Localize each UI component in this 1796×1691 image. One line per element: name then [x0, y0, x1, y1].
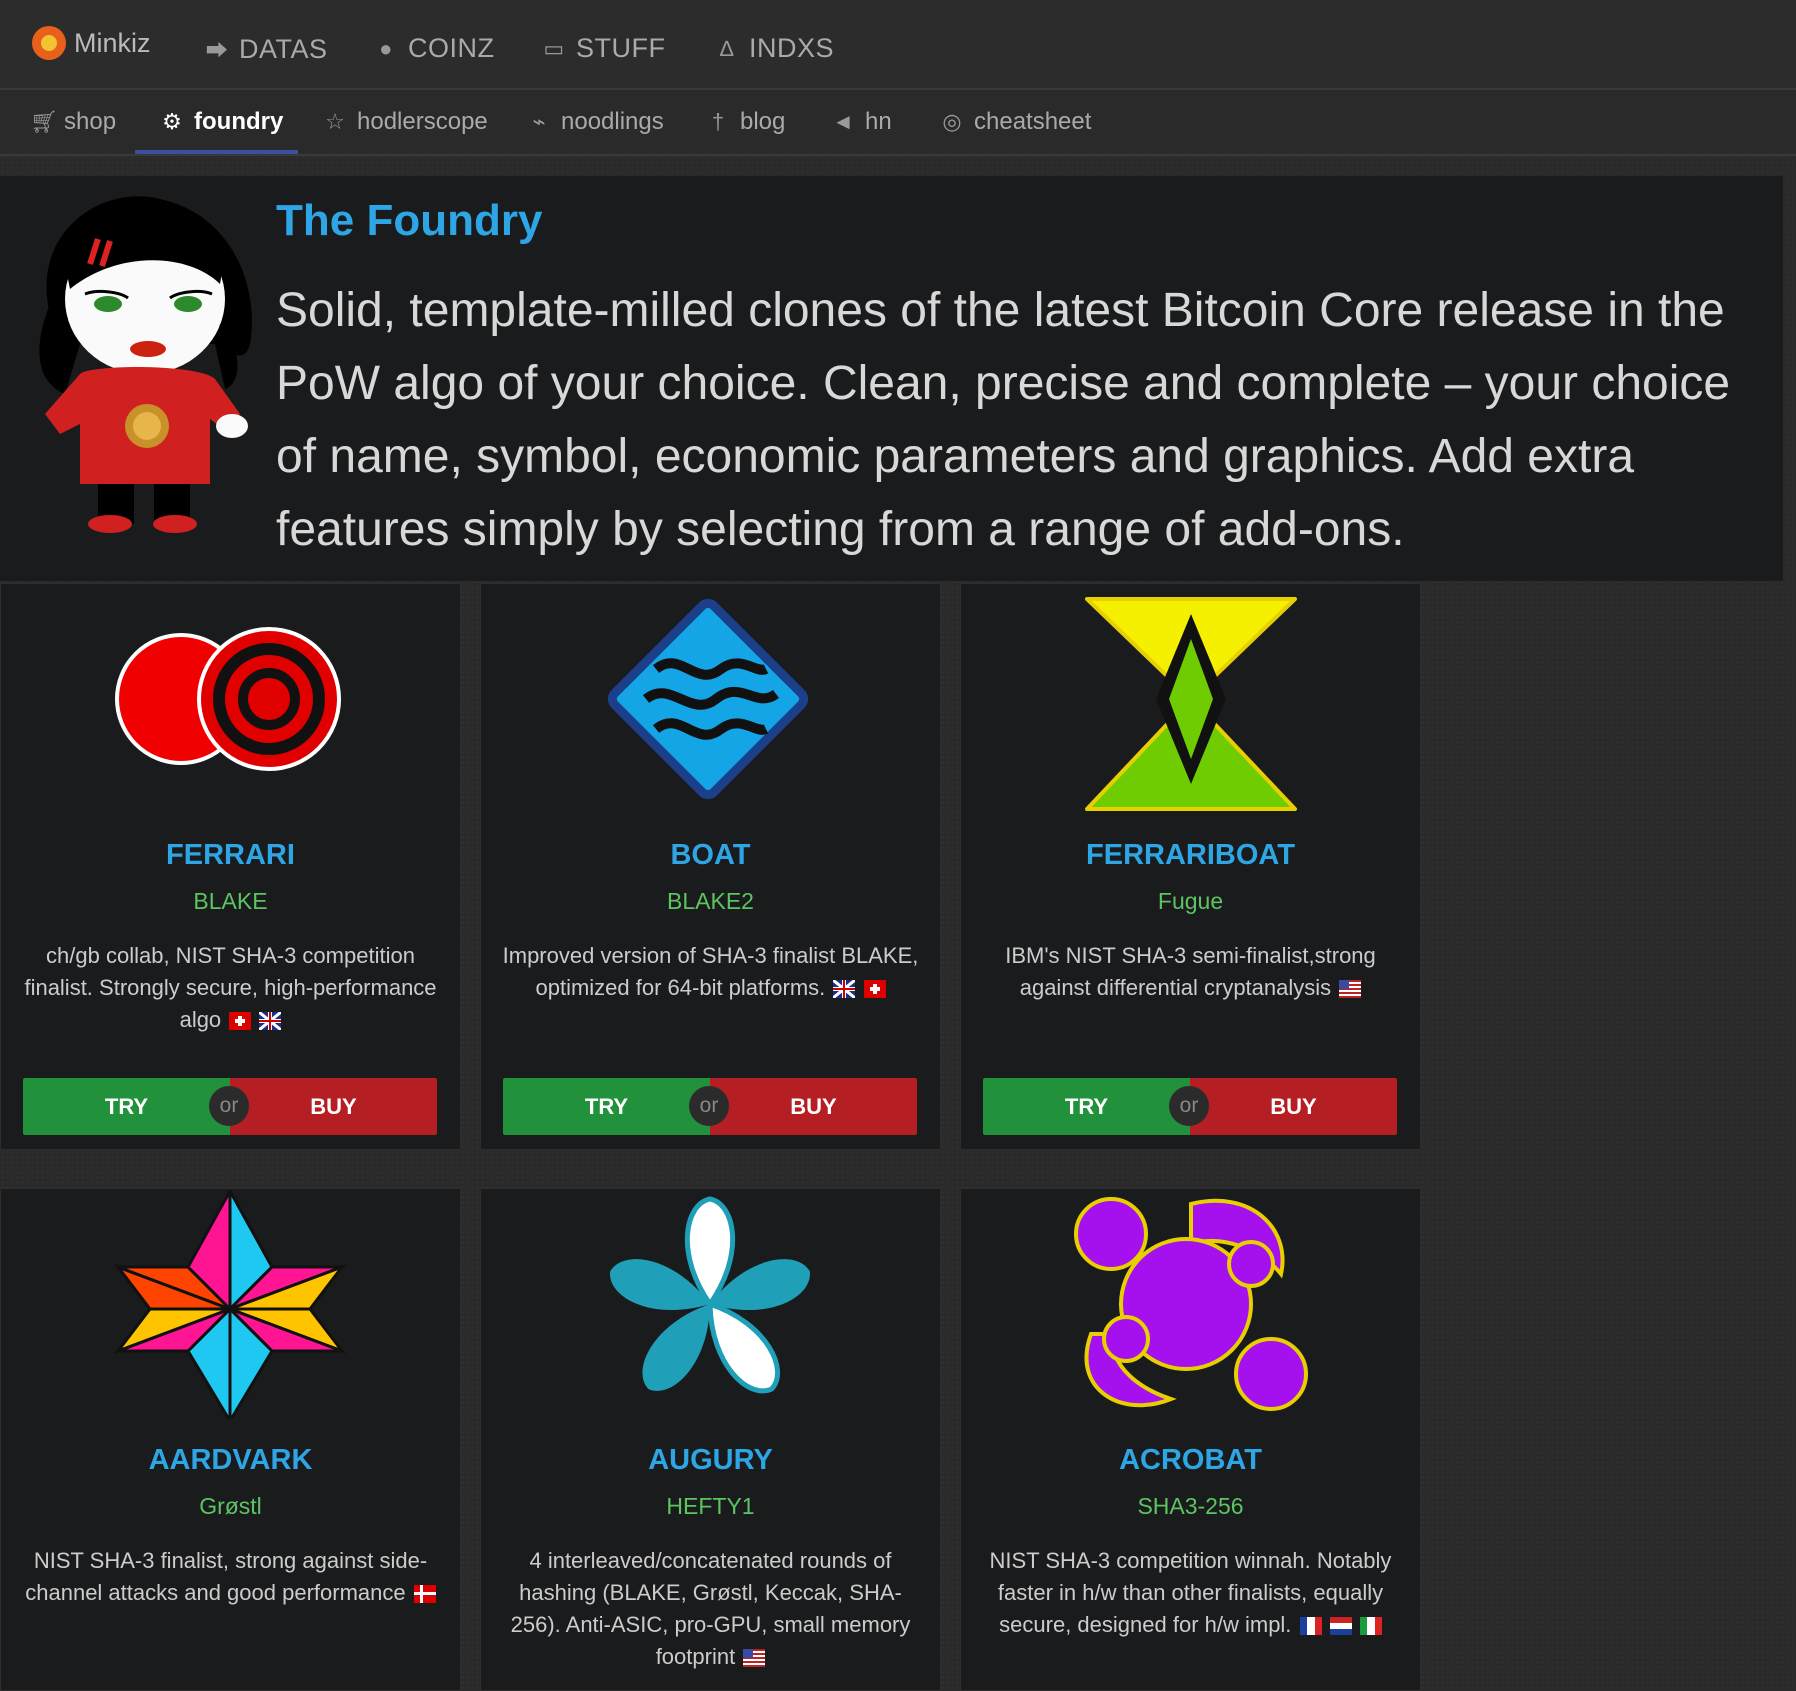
coin-card: AARDVARK Grøstl NIST SHA-3 finalist, str…	[0, 1188, 461, 1691]
buy-button[interactable]: BUY	[1190, 1078, 1397, 1135]
subnav-noodlings-label: noodlings	[561, 108, 664, 135]
flag-dk-icon	[413, 1585, 436, 1603]
buy-button[interactable]: BUY	[710, 1078, 917, 1135]
coin-card: FERRARIBOAT Fugue IBM's NIST SHA-3 semi-…	[960, 583, 1421, 1150]
subnav-hn[interactable]: ◄ hn	[831, 108, 892, 136]
minkiz-logo-icon	[32, 26, 66, 60]
acrobat-logo-icon	[1074, 1197, 1308, 1411]
nav-coinz[interactable]: ● COINZ	[374, 33, 495, 64]
try-or-buy: TRY BUY or	[23, 1078, 437, 1135]
card-algo: SHA3-256	[1137, 1493, 1244, 1519]
coin-card: FERRARI BLAKE ch/gb collab, NIST SHA-3 c…	[0, 583, 461, 1150]
flag-gb-icon	[259, 1012, 282, 1030]
megaphone-icon: ◄	[832, 109, 854, 134]
subnav-blog-label: blog	[740, 108, 786, 135]
nav-coinz-label: COINZ	[408, 33, 495, 63]
hero-description: Solid, template-milled clones of the lat…	[276, 284, 1731, 556]
cart-icon: 🛒︎	[30, 109, 58, 134]
star-icon: ☆	[325, 109, 345, 134]
card-name: AARDVARK	[148, 1444, 313, 1476]
card-algo: BLAKE	[193, 888, 268, 914]
flag-us-icon	[743, 1649, 766, 1667]
hero-section: The Foundry Solid, template-milled clone…	[0, 176, 1783, 581]
try-button[interactable]: TRY	[503, 1078, 710, 1135]
card-name: BOAT	[670, 839, 751, 871]
ferrariboat-logo-icon	[1085, 597, 1297, 811]
subnav-cheatsheet-label: cheatsheet	[974, 108, 1092, 135]
flag-ch-icon	[863, 980, 886, 998]
card-description: NIST SHA-3 competition winnah. Notably f…	[981, 1545, 1400, 1641]
boat-logo-icon	[607, 598, 809, 800]
flag-us-icon	[1339, 980, 1362, 998]
coin-card: BOAT BLAKE2 Improved version of SHA-3 fi…	[480, 583, 941, 1150]
nav-stuff[interactable]: ▭ STUFF	[542, 33, 666, 64]
flag-gb-icon	[833, 980, 856, 998]
card-description: IBM's NIST SHA-3 semi-finalist,strong ag…	[981, 940, 1400, 1004]
brand-label: Minkiz	[74, 27, 151, 58]
coin-card: ACROBAT SHA3-256 NIST SHA-3 competition …	[960, 1188, 1421, 1691]
card-algo: Fugue	[1157, 888, 1224, 914]
subnav-shop[interactable]: 🛒︎ shop	[30, 108, 116, 136]
share-icon: ⮕	[205, 38, 229, 63]
subnav-shop-label: shop	[64, 108, 117, 135]
card-name: AUGURY	[648, 1444, 773, 1476]
card-name: FERRARI	[166, 839, 295, 871]
coin-card: AUGURY HEFTY1 4 interleaved/concatenated…	[480, 1188, 941, 1691]
buy-button[interactable]: BUY	[230, 1078, 437, 1135]
subnav-noodlings[interactable]: ⌁ noodlings	[527, 108, 664, 136]
page-title: The Foundry	[276, 196, 543, 245]
mascot-avatar	[39, 196, 252, 533]
nav-stuff-label: STUFF	[576, 33, 666, 63]
active-tab-indicator	[135, 150, 298, 154]
cogs-icon: ⚙	[162, 109, 182, 134]
subnav-hodlerscope-label: hodlerscope	[357, 108, 488, 135]
subnav-hn-label: hn	[865, 108, 892, 135]
card-description: ch/gb collab, NIST SHA-3 competition fin…	[21, 940, 440, 1036]
subnav-foundry-label: foundry	[194, 108, 284, 135]
top-navbar: Minkiz ⮕ DATAS ● COINZ ▭ STUFF ∆ INDXS	[0, 0, 1796, 90]
card-description: NIST SHA-3 finalist, strong against side…	[21, 1545, 440, 1609]
nav-indxs[interactable]: ∆ INDXS	[715, 33, 834, 64]
or-separator: or	[689, 1086, 729, 1126]
flag-nl-icon	[1329, 1617, 1352, 1635]
subnav-cheatsheet[interactable]: ◎ cheatsheet	[940, 108, 1091, 136]
card-name: ACROBAT	[1119, 1444, 1262, 1476]
nav-datas-label: DATAS	[239, 33, 328, 64]
flag-fr-icon	[1299, 1617, 1322, 1635]
try-or-buy: TRY BUY or	[983, 1078, 1397, 1135]
subnav-hodlerscope[interactable]: ☆ hodlerscope	[323, 108, 488, 136]
card-name: FERRARIBOAT	[1086, 839, 1295, 871]
card-description-text: NIST SHA-3 finalist, strong against side…	[25, 1548, 428, 1605]
plug-icon: ⌁	[532, 109, 546, 134]
subnav-blog[interactable]: † blog	[706, 108, 786, 136]
card-description-text: Improved version of SHA-3 finalist BLAKE…	[502, 943, 919, 1000]
card-description-text: 4 interleaved/concatenated rounds of has…	[510, 1548, 911, 1669]
try-button[interactable]: TRY	[23, 1078, 230, 1135]
ferrari-logo-icon	[115, 627, 341, 771]
flask-icon: ∆	[720, 35, 734, 61]
or-separator: or	[1169, 1086, 1209, 1126]
card-algo: HEFTY1	[666, 1493, 755, 1519]
try-button[interactable]: TRY	[983, 1078, 1190, 1135]
or-separator: or	[209, 1086, 249, 1126]
card-algo: BLAKE2	[667, 888, 754, 914]
flag-it-icon	[1359, 1617, 1382, 1635]
pin-icon: †	[711, 109, 725, 134]
aardvark-logo-icon	[113, 1190, 347, 1419]
augury-logo-icon	[610, 1196, 810, 1394]
nav-indxs-label: INDXS	[749, 33, 835, 63]
sub-navbar: 🛒︎ shop ⚙ foundry ☆ hodlerscope ⌁ noodli…	[0, 90, 1796, 156]
card-description-text: IBM's NIST SHA-3 semi-finalist,strong ag…	[1005, 943, 1376, 1000]
card-description: 4 interleaved/concatenated rounds of has…	[501, 1545, 920, 1673]
card-icon: ▭	[543, 35, 565, 61]
coin-icon: ●	[379, 35, 393, 61]
target-icon: ◎	[942, 109, 962, 134]
flag-ch-icon	[229, 1012, 252, 1030]
nav-datas[interactable]: ⮕ DATAS	[205, 33, 328, 65]
brand-link[interactable]: Minkiz	[32, 26, 151, 60]
card-algo: Grøstl	[199, 1493, 262, 1519]
card-description: Improved version of SHA-3 finalist BLAKE…	[501, 940, 920, 1004]
try-or-buy: TRY BUY or	[503, 1078, 917, 1135]
subnav-foundry[interactable]: ⚙ foundry	[160, 108, 283, 136]
